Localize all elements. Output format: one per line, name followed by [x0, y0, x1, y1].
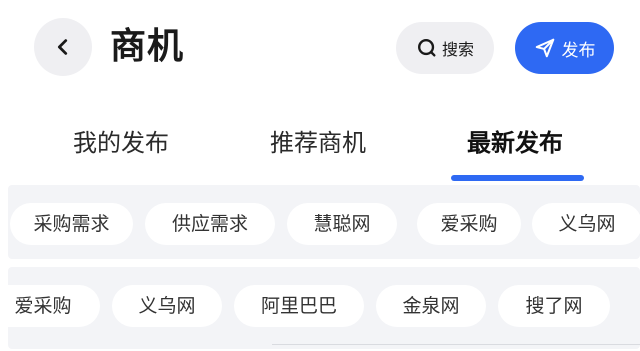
chevron-left-icon: [57, 39, 68, 55]
chip-alibaba[interactable]: 阿里巴巴: [234, 285, 364, 327]
page-title: 商机: [110, 26, 185, 67]
active-tab-indicator: [451, 175, 584, 181]
chip-yiwu[interactable]: 义乌网: [532, 203, 640, 245]
chip-aicaigou[interactable]: 爱采购: [417, 203, 521, 245]
chip-yiwu-2[interactable]: 义乌网: [112, 285, 222, 327]
publish-button[interactable]: 发布: [515, 22, 614, 74]
search-button[interactable]: 搜索: [396, 22, 494, 74]
app-header: 商机 搜索 发布: [0, 0, 640, 105]
source-filter-row-2: 爱采购 义乌网 阿里巴巴 金泉网 搜了网: [8, 267, 640, 349]
chip-jinquan[interactable]: 金泉网: [376, 285, 486, 327]
tab-recommended[interactable]: 推荐商机: [270, 123, 366, 163]
chip-supply-demand[interactable]: 供应需求: [145, 203, 275, 245]
chip-soleowang[interactable]: 搜了网: [498, 285, 610, 327]
back-button[interactable]: [34, 18, 92, 76]
tab-latest[interactable]: 最新发布: [467, 123, 563, 163]
publish-label: 发布: [561, 40, 596, 61]
chip-purchase-demand[interactable]: 采购需求: [10, 203, 133, 245]
send-icon: [535, 38, 554, 58]
tab-bar: 我的发布 推荐商机 最新发布: [0, 105, 640, 181]
chip-hc360[interactable]: 慧聪网: [287, 203, 397, 245]
search-icon: [418, 39, 436, 57]
search-label: 搜索: [441, 40, 474, 59]
tab-my-posts[interactable]: 我的发布: [73, 123, 169, 163]
divider: [272, 344, 640, 345]
source-filter-row-1: 采购需求 供应需求 慧聪网 爱采购 义乌网: [8, 185, 640, 259]
chip-aicaigou-2[interactable]: 爱采购: [8, 285, 100, 327]
